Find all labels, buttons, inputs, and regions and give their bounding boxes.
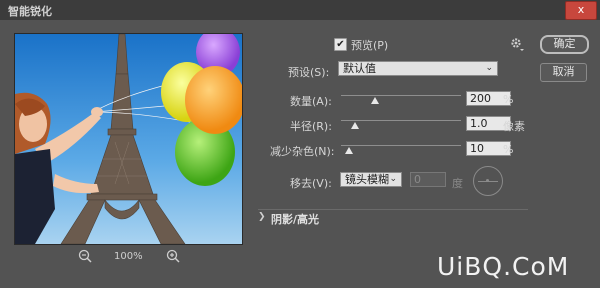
section-divider (258, 209, 528, 210)
dialog-window: 智能锐化 x 100% ✔ 预览(P) 确定 取消 预设(S): 默认值 ⌄ 数… (0, 0, 600, 288)
chevron-down-icon: ⌄ (485, 63, 493, 73)
zoom-in-icon[interactable] (166, 249, 180, 266)
amount-slider-thumb[interactable] (370, 97, 379, 104)
zoom-level: 100% (114, 251, 143, 262)
ok-button[interactable]: 确定 (540, 35, 589, 54)
chevron-right-icon[interactable]: ❯ (258, 212, 266, 222)
checkmark-icon: ✔ (336, 39, 345, 50)
amount-label: 数量(A): (290, 95, 332, 108)
angle-dial[interactable] (473, 166, 503, 196)
title-bar: 智能锐化 x (0, 0, 600, 20)
amount-unit: % (503, 93, 514, 106)
angle-input[interactable]: 0 (410, 172, 446, 187)
cancel-button[interactable]: 取消 (540, 63, 587, 82)
preview-checkbox[interactable]: ✔ (334, 38, 347, 51)
preview-label: 预览(P) (351, 39, 389, 52)
noise-unit: % (503, 143, 514, 156)
radius-slider-thumb[interactable] (351, 122, 360, 129)
noise-slider-track[interactable] (341, 145, 461, 146)
angle-unit: 度 (452, 177, 463, 190)
watermark: UiBQ.CoM (437, 252, 570, 281)
radius-unit: 像素 (503, 120, 525, 133)
remove-value: 镜头模糊 (345, 173, 389, 186)
remove-select[interactable]: 镜头模糊 ⌄ (340, 172, 402, 187)
noise-slider-thumb[interactable] (345, 147, 354, 154)
chevron-down-icon: ⌄ (389, 174, 397, 184)
preview-image[interactable] (14, 33, 243, 245)
shadows-highlights-section[interactable]: 阴影/高光 (271, 211, 319, 227)
close-button[interactable]: x (565, 1, 597, 20)
amount-slider-track[interactable] (341, 95, 461, 96)
radius-label: 半径(R): (290, 120, 332, 133)
remove-label: 移去(V): (290, 177, 332, 190)
noise-label: 减少杂色(N): (270, 145, 335, 158)
preset-select[interactable]: 默认值 ⌄ (338, 61, 498, 76)
zoom-out-icon[interactable] (78, 249, 92, 266)
preset-value: 默认值 (343, 62, 376, 75)
preset-label: 预设(S): (288, 66, 330, 79)
window-title: 智能锐化 (8, 5, 52, 18)
radius-slider-track[interactable] (341, 120, 461, 121)
gear-icon[interactable] (510, 37, 524, 54)
